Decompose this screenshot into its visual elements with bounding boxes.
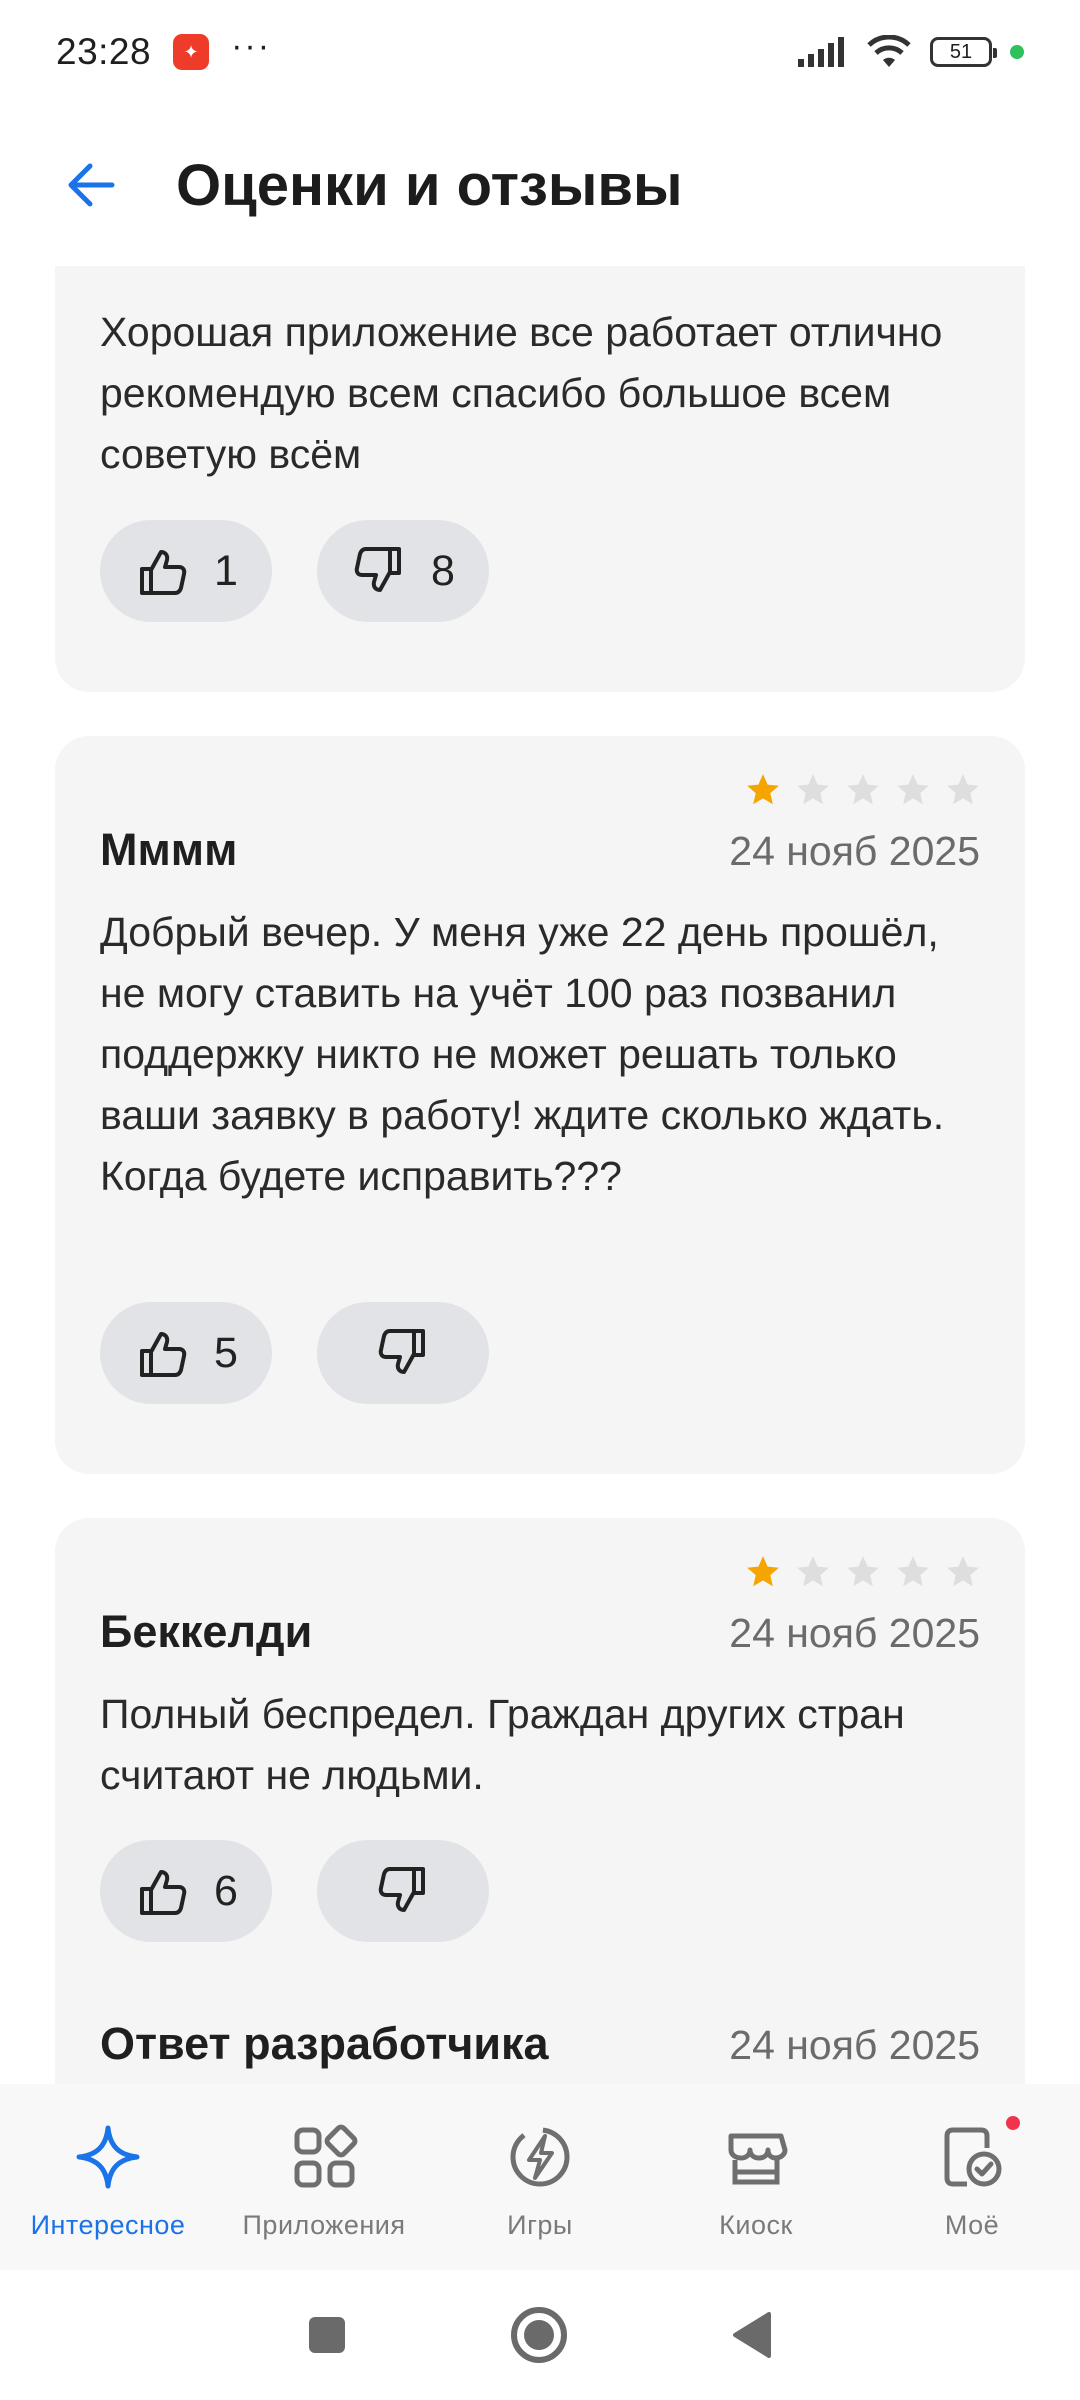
kiosk-store-icon: [728, 2133, 788, 2185]
back-button[interactable]: [46, 140, 136, 230]
status-bar: 23:28 ✦ ··· 51: [0, 0, 1080, 104]
system-navigation-bar: [0, 2270, 1080, 2400]
nav-item-featured[interactable]: Интересное: [0, 2084, 216, 2270]
dislike-button[interactable]: [317, 1840, 489, 1942]
star-empty-icon: [897, 1556, 929, 1587]
star-empty-icon: [897, 774, 929, 805]
review-text: Добрый вечер. У меня уже 22 день прошёл,…: [100, 909, 945, 1199]
like-button[interactable]: 6: [100, 1840, 272, 1942]
bottom-navigation: Интересное Приложения Игры Киоск Моё: [0, 2084, 1080, 2270]
star-empty-icon: [947, 1556, 979, 1587]
review-date: 24 нояб 2025: [729, 828, 980, 874]
review-text: Хорошая приложение все работает отлично …: [100, 309, 943, 477]
review-header: Беккелди 24 нояб 2025: [100, 1606, 980, 1658]
review-card: Беккелди 24 нояб 2025 Полный беспредел. …: [55, 1518, 1025, 2084]
nav-item-games[interactable]: Игры: [432, 2084, 648, 2270]
nav-label: Киоск: [719, 2210, 793, 2240]
like-button[interactable]: 5: [100, 1302, 272, 1404]
page-title: Оценки и отзывы: [176, 152, 683, 218]
app-bar: Оценки и отзывы: [0, 104, 1080, 266]
review-votes: 6: [100, 1840, 489, 1942]
star-empty-icon: [797, 774, 829, 805]
notification-app-icon: ✦: [173, 34, 210, 70]
signal-icon: [798, 37, 844, 67]
apps-grid-icon: [294, 2124, 358, 2188]
games-lightning-icon: [510, 2127, 570, 2187]
review-card: Хорошая приложение все работает отлично …: [55, 266, 1025, 692]
developer-reply-header: Ответ разработчика 24 нояб 2025: [100, 2018, 980, 2070]
dislike-count: 8: [431, 546, 455, 595]
thumbs-up-icon: [140, 1332, 187, 1377]
review-author: Беккелди: [100, 1606, 313, 1657]
review-text: Полный беспредел. Граждан других стран с…: [100, 1691, 905, 1798]
my-apps-icon: [944, 2127, 1002, 2187]
thumbs-down-icon: [378, 1329, 425, 1374]
nav-item-mine[interactable]: Моё: [864, 2084, 1080, 2270]
star-empty-icon: [797, 1556, 829, 1587]
review-author: Мммм: [100, 824, 238, 875]
nav-item-apps[interactable]: Приложения: [216, 2084, 432, 2270]
back-triangle-icon[interactable]: [729, 2310, 775, 2360]
star-empty-icon: [847, 774, 879, 805]
thumbs-up-icon: [140, 550, 187, 595]
star-empty-icon: [847, 1556, 879, 1587]
nav-label: Игры: [507, 2210, 573, 2240]
more-notifications-icon: ···: [231, 26, 272, 65]
nav-label: Приложения: [242, 2210, 406, 2240]
review-votes: 5: [100, 1302, 489, 1404]
star-filled-icon: [747, 1556, 779, 1587]
wifi-icon: [867, 35, 911, 67]
developer-reply-date: 24 нояб 2025: [729, 2022, 980, 2068]
arrow-left-icon: [68, 163, 115, 207]
review-card: Мммм 24 нояб 2025 Добрый вечер. У меня у…: [55, 736, 1025, 1474]
review-header: Мммм 24 нояб 2025: [100, 824, 980, 876]
like-button[interactable]: 1: [100, 520, 272, 622]
status-time: 23:28: [56, 31, 152, 72]
recents-square-icon[interactable]: [305, 2313, 349, 2357]
rating-stars: [744, 1553, 982, 1591]
privacy-indicator: [1010, 45, 1024, 59]
like-count: 6: [214, 1866, 238, 1915]
review-date: 24 нояб 2025: [729, 1610, 980, 1656]
nav-item-kiosk[interactable]: Киоск: [648, 2084, 864, 2270]
thumbs-down-icon: [354, 547, 402, 592]
reviews-list[interactable]: Хорошая приложение все работает отлично …: [0, 266, 1080, 2084]
notification-dot: [1004, 2114, 1022, 2132]
dislike-button[interactable]: 8: [317, 520, 489, 622]
review-votes: 1 8: [100, 520, 489, 622]
thumbs-down-icon: [378, 1867, 425, 1912]
dislike-button[interactable]: [317, 1302, 489, 1404]
star-empty-icon: [947, 774, 979, 805]
like-count: 5: [214, 1328, 238, 1377]
like-count: 1: [214, 546, 238, 595]
battery-level: 51: [949, 40, 973, 63]
nav-label: Моё: [944, 2210, 1000, 2240]
nav-label: Интересное: [30, 2210, 186, 2240]
thumbs-up-icon: [140, 1870, 187, 1915]
developer-reply-label: Ответ разработчика: [100, 2018, 549, 2069]
rating-stars: [744, 771, 982, 809]
star-filled-icon: [747, 774, 779, 805]
battery-icon: 51: [930, 37, 997, 67]
sparkle-icon: [76, 2125, 140, 2189]
home-circle-icon[interactable]: [509, 2305, 569, 2365]
